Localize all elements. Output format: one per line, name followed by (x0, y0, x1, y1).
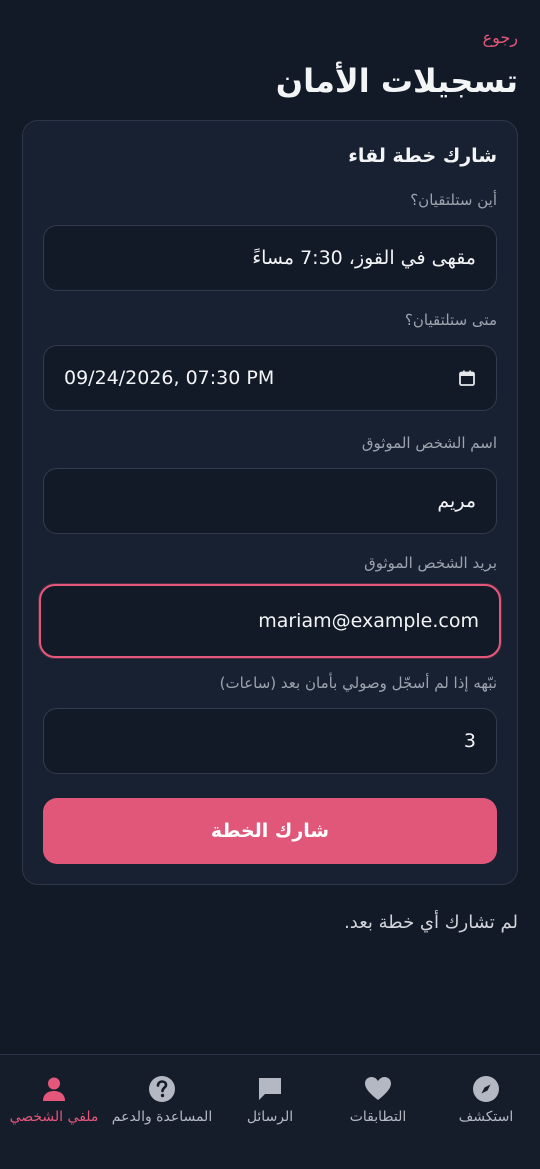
help-icon (149, 1076, 175, 1102)
nav-label-matches: التطابقات (349, 1109, 407, 1125)
empty-plans-message: لم تشارك أي خطة بعد. (344, 912, 518, 933)
safety-checkins-page: رجوع تسجيلات الأمان شارك خطة لقاء أين ست… (0, 0, 540, 1169)
contact-email-input[interactable]: mariam@example.com (39, 584, 501, 658)
alert-hours-input[interactable]: 3 (43, 708, 497, 774)
where-label: أين ستلتقيان؟ (410, 191, 497, 209)
when-value: 09/24/2026, 07:30 PM (64, 367, 275, 389)
meeting-plan-card: شارك خطة لقاء أين ستلتقيان؟ مقهى في القو… (22, 120, 518, 885)
when-datetime-input[interactable]: 09/24/2026, 07:30 PM (43, 345, 497, 411)
nav-label-explore: استكشف (458, 1109, 514, 1125)
contact-email-label: بريد الشخص الموثوق (364, 554, 497, 572)
nav-label-messages: الرسائل (246, 1109, 294, 1125)
nav-item-messages[interactable]: الرسائل (216, 1075, 324, 1127)
contact-name-label: اسم الشخص الموثوق (361, 434, 497, 452)
card-title: شارك خطة لقاء (348, 145, 497, 167)
calendar-icon[interactable] (458, 369, 476, 387)
chat-icon (259, 1078, 281, 1100)
where-input[interactable]: مقهى في القوز، 7:30 مساءً (43, 225, 497, 291)
contact-name-value: مريم (437, 490, 476, 512)
when-label: متى ستلتقيان؟ (404, 311, 497, 329)
share-plan-button[interactable]: شارك الخطة (43, 798, 497, 864)
alert-hours-value: 3 (463, 730, 476, 752)
compass-icon (473, 1076, 499, 1102)
contact-name-input[interactable]: مريم (43, 468, 497, 534)
bottom-nav: استكشف التطابقات الرسائل المساعدة والدعم (0, 1054, 540, 1169)
nav-item-help[interactable]: المساعدة والدعم (108, 1075, 216, 1127)
page-title: تسجيلات الأمان (275, 62, 518, 100)
nav-label-profile: ملفي الشخصي (9, 1109, 99, 1125)
alert-hours-label: نبّهه إذا لم أسجّل وصولي بأمان بعد (ساعا… (219, 674, 497, 692)
nav-item-matches[interactable]: التطابقات (324, 1075, 432, 1127)
nav-item-profile[interactable]: ملفي الشخصي (0, 1075, 108, 1127)
nav-item-explore[interactable]: استكشف (432, 1075, 540, 1127)
contact-email-value: mariam@example.com (258, 610, 479, 632)
where-value: مقهى في القوز، 7:30 مساءً (252, 247, 476, 269)
nav-label-help: المساعدة والدعم (111, 1109, 213, 1125)
person-icon (43, 1077, 65, 1101)
back-link[interactable]: رجوع (483, 28, 518, 47)
heart-icon (365, 1077, 391, 1100)
